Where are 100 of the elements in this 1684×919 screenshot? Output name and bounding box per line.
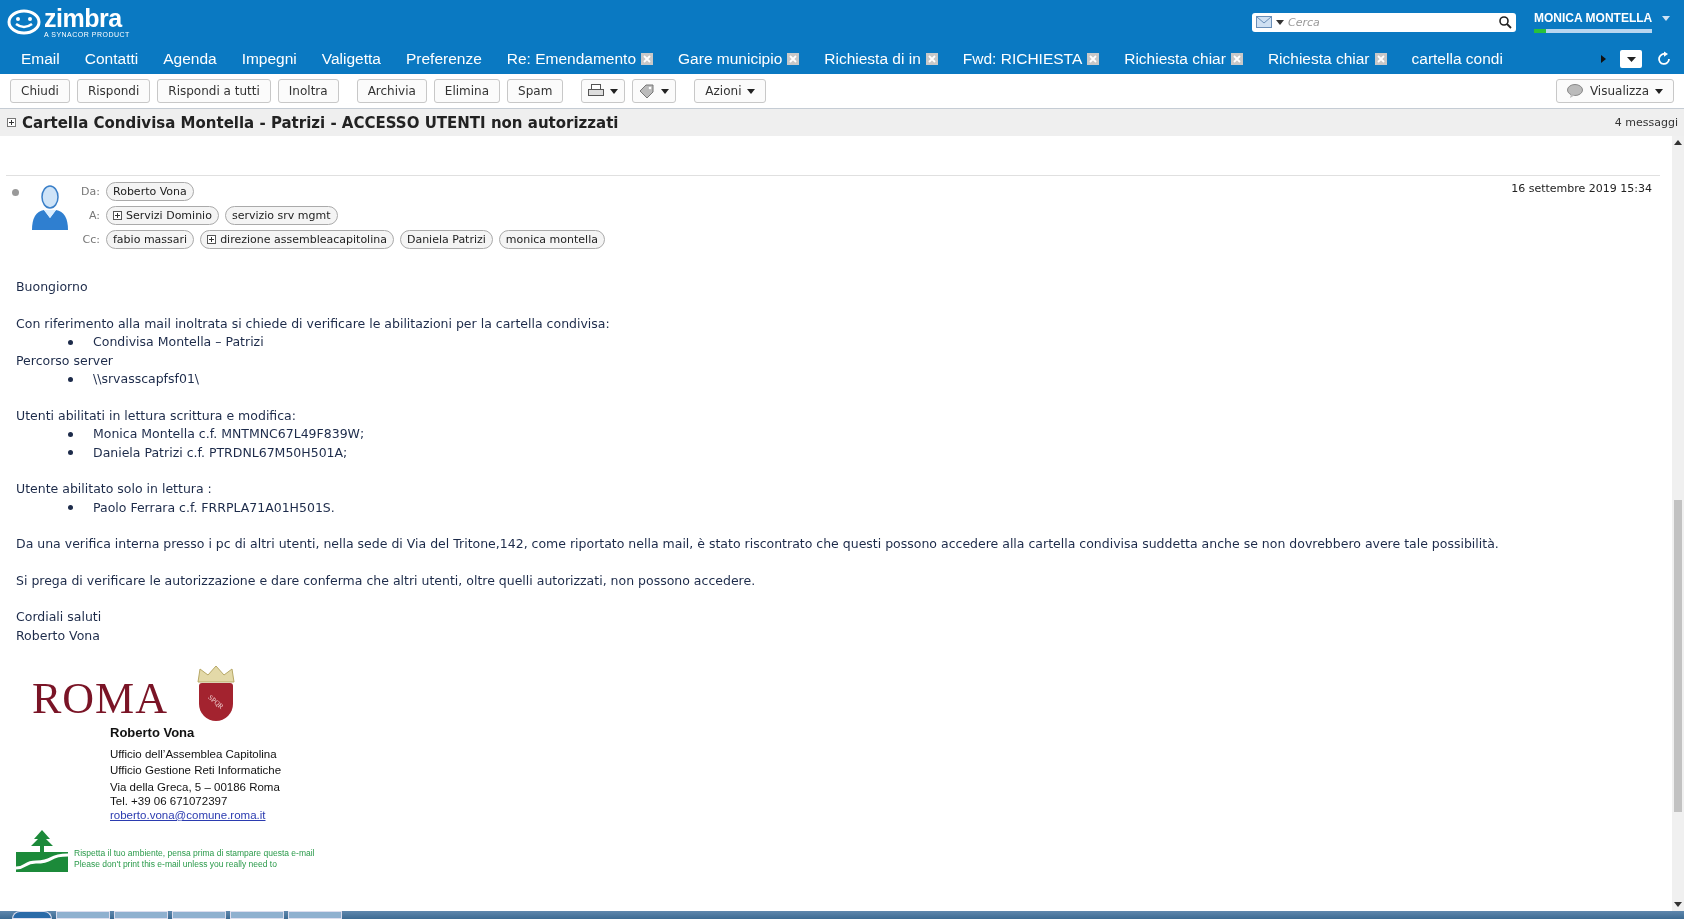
tab-label[interactable]: Fwd: RICHIESTA [962, 50, 1083, 68]
bullet-icon [68, 450, 73, 456]
scroll-down-icon[interactable] [1674, 902, 1682, 907]
tab-label[interactable]: Agenda [163, 50, 217, 68]
app-tab[interactable]: Fwd: RICHIESTA [947, 44, 1110, 74]
start-button[interactable] [12, 911, 52, 919]
caret-icon[interactable] [1655, 88, 1663, 94]
right-arrow-icon[interactable] [1601, 55, 1606, 63]
caret-icon[interactable] [747, 88, 756, 94]
caret-icon[interactable] [610, 88, 619, 94]
search-icon[interactable] [1499, 15, 1512, 29]
list-item: Paolo Ferrara c.f. FRRPLA71A01H501S. [93, 498, 335, 517]
list-item: \\srvasscapfsf01\ [93, 370, 200, 388]
toolbar-button[interactable]: Chiudi [10, 79, 70, 103]
user-name[interactable]: MONICA MONTELLA [1534, 11, 1653, 25]
address-chip[interactable]: fabio massari [106, 230, 195, 249]
tab-label[interactable]: Contatti [84, 50, 139, 68]
tab-label[interactable]: Email [21, 50, 60, 68]
app-tab[interactable]: Valigetta [306, 44, 391, 74]
body-text: Buongiorno [16, 278, 89, 296]
field-label: Cc: [81, 233, 100, 246]
email-link[interactable]: roberto.vona@comune.roma.it [110, 809, 266, 821]
signature-line: Ufficio dell’Assemblea Capitolina [110, 748, 278, 760]
list-item: Condivisa Montella – Patrizi [93, 333, 264, 351]
message-count: 4 messaggi [1614, 116, 1678, 129]
expand-icon[interactable] [7, 118, 16, 127]
toolbar-button[interactable]: Rispondi a tutti [157, 79, 271, 103]
close-icon[interactable] [925, 53, 938, 65]
speech-bubble-icon[interactable] [1566, 84, 1584, 98]
app-tab[interactable]: cartella condi [1396, 44, 1513, 74]
expand-icon[interactable] [113, 211, 122, 220]
toolbar-button[interactable]: Elimina [433, 79, 501, 103]
close-icon[interactable] [787, 53, 800, 65]
toolbar-button[interactable]: Archivia [356, 79, 427, 103]
caret-icon[interactable] [661, 88, 670, 94]
app-tab[interactable]: Re: Emendamento [491, 44, 664, 74]
app-tab[interactable]: Email [6, 44, 70, 74]
close-icon[interactable] [1087, 53, 1100, 65]
read-status-dot[interactable] [12, 189, 19, 196]
address-chip[interactable]: Servizi Dominio [106, 206, 219, 225]
tag-menu-button[interactable] [632, 79, 677, 103]
tab-label[interactable]: Re: Emendamento [506, 50, 637, 68]
roma-logo-text: ROMA [32, 677, 169, 721]
conversation-subject: Cartella Condivisa Montella - Patrizi - ACCESSO UTENTI non autorizzati [22, 113, 619, 132]
printer-icon[interactable] [588, 84, 605, 98]
body-text: Con riferimento alla mail inoltrata si chiede di verificare le abilitazioni per la cartella condivisa: [16, 314, 611, 333]
body-text: Utente abilitato solo in lettura : [16, 480, 213, 498]
tab-label[interactable]: Preferenze [405, 50, 482, 68]
app-tab[interactable]: Richiesta di in [809, 44, 948, 74]
body-text: Cordiali saluti [16, 608, 103, 626]
app-tab[interactable]: Preferenze [390, 44, 492, 74]
app-tab[interactable]: Agenda [148, 44, 227, 74]
tab-label[interactable]: cartella condi [1411, 50, 1503, 68]
vertical-scrollbar[interactable] [1672, 136, 1684, 911]
address-chip[interactable]: servizio srv mgmt [224, 206, 338, 225]
tree-road-icon [16, 830, 68, 872]
tab-menu-button[interactable] [1620, 50, 1642, 68]
smiley-logo-icon[interactable] [6, 9, 42, 35]
refresh-icon[interactable] [1656, 51, 1672, 67]
address-chip[interactable]: direzione assembleacapitolina [200, 230, 394, 249]
tab-label[interactable]: Richiesta chiar [1124, 50, 1226, 68]
actions-menu-button[interactable]: Azioni [694, 79, 767, 103]
print-menu-button[interactable] [581, 79, 626, 103]
toolbar-button[interactable]: Rispondi [76, 79, 151, 103]
close-icon[interactable] [1230, 53, 1243, 65]
caret-icon[interactable] [1276, 19, 1284, 25]
field-label: A: [87, 209, 100, 222]
logo-wordmark: zimbra [44, 6, 124, 31]
signature-line: Ufficio Gestione Reti Informatiche [110, 764, 283, 776]
app-tab[interactable]: Impegni [226, 44, 307, 74]
list-item: Daniela Patrizi c.f. PTRDNL67M50H501A; [93, 443, 348, 462]
body-text: Utenti abilitati in lettura scrittura e modifica: [16, 406, 297, 425]
bullet-icon [68, 376, 73, 382]
expand-icon[interactable] [207, 235, 217, 244]
tab-label[interactable]: Impegni [241, 50, 297, 68]
message-date: 16 settembre 2019 15:34 [1511, 182, 1652, 197]
app-tab[interactable]: Contatti [69, 44, 149, 74]
tab-label[interactable]: Richiesta di in [824, 50, 921, 68]
tag-icon[interactable] [639, 84, 656, 98]
address-chip[interactable]: Daniela Patrizi [399, 230, 493, 249]
app-tab[interactable]: Richiesta chiar [1109, 44, 1253, 74]
toolbar-button[interactable]: Inoltra [277, 79, 339, 103]
bullet-icon [68, 505, 73, 511]
view-menu-button[interactable]: Visualizza [1555, 79, 1674, 103]
field-label: Da: [80, 185, 100, 198]
address-chip[interactable]: Roberto Vona [106, 182, 194, 201]
address-chip[interactable]: monica montella [498, 230, 605, 249]
tab-label[interactable]: Richiesta chiar [1267, 50, 1370, 68]
scroll-up-icon[interactable] [1674, 140, 1682, 145]
search-field[interactable]: Cerca [1252, 12, 1516, 32]
body-text: Si prega di verificare le autorizzazione e dare conferma che altri utenti, oltre quelli autorizzati, non possono accedere. [16, 571, 757, 590]
close-icon[interactable] [1374, 53, 1387, 65]
tab-label[interactable]: Gare municipio [678, 50, 783, 68]
tab-label[interactable]: Valigetta [321, 50, 381, 68]
toolbar-button[interactable]: Spam [507, 79, 564, 103]
app-tab[interactable]: Richiesta chiar [1252, 44, 1397, 74]
caret-icon[interactable] [1626, 56, 1636, 62]
close-icon[interactable] [641, 53, 654, 65]
signature-line: Tel. +39 06 671072397 [110, 794, 229, 808]
app-tab[interactable]: Gare municipio [663, 44, 810, 74]
